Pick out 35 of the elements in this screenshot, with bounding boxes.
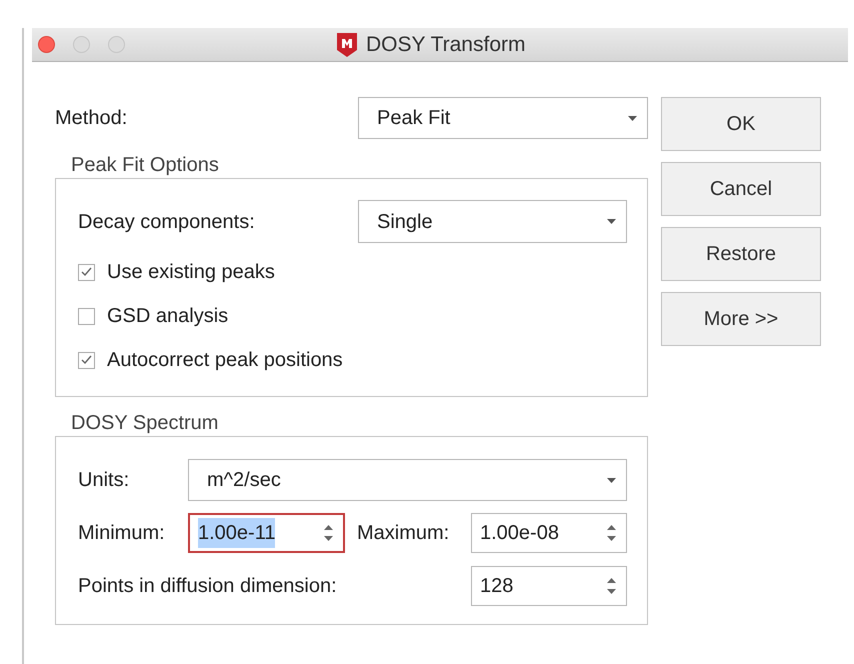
- caret-icon: [607, 219, 616, 224]
- checkbox[interactable]: [78, 308, 95, 324]
- dialog-button[interactable]: More >>: [661, 292, 821, 346]
- dialog-button[interactable]: OK: [661, 97, 821, 151]
- stepper-icon[interactable]: [607, 577, 616, 595]
- units-dropdown[interactable]: m^2/sec: [188, 459, 627, 501]
- caret-icon: [628, 116, 637, 120]
- number-spinbox[interactable]: 128: [471, 566, 627, 606]
- checkbox-label: Use existing peaks: [107, 260, 275, 285]
- caret-icon: [607, 478, 616, 482]
- checkbox[interactable]: [78, 264, 95, 280]
- dialog-button[interactable]: Cancel: [661, 162, 821, 216]
- stepper-icon[interactable]: [607, 524, 616, 542]
- minimum-label: Minimum:: [78, 521, 166, 546]
- group-title: Peak Fit Options: [70, 153, 220, 177]
- close-button[interactable]: [38, 36, 55, 53]
- number-spinbox[interactable]: 1.00e-08: [471, 513, 627, 553]
- number-spinbox[interactable]: 1.00e-11: [188, 513, 345, 553]
- method-dropdown[interactable]: Peak Fit: [358, 97, 648, 139]
- group-title: DOSY Spectrum: [70, 411, 220, 435]
- method-label: Method:: [55, 106, 128, 131]
- stepper-icon[interactable]: [324, 524, 333, 542]
- checkmark-icon: [81, 355, 92, 365]
- points-label: Points in diffusion dimension:: [78, 574, 337, 599]
- checkmark-icon: [81, 267, 92, 277]
- checkbox[interactable]: [78, 352, 95, 368]
- checkbox-label: GSD analysis: [107, 304, 228, 329]
- window-title: DOSY Transform: [366, 32, 526, 58]
- app-logo-icon: [336, 32, 358, 56]
- decay-components-label: Decay components:: [78, 210, 255, 234]
- maximum-label: Maximum:: [357, 521, 450, 546]
- decay-components-dropdown[interactable]: Single: [358, 200, 627, 243]
- checkbox-label: Autocorrect peak positions: [107, 348, 343, 373]
- dialog-button[interactable]: Restore: [661, 227, 821, 281]
- units-label: Units:: [78, 468, 130, 493]
